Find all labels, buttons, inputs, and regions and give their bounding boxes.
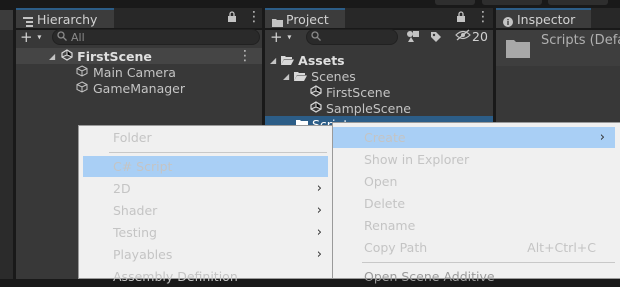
scene-row[interactable]: ◢ FirstScene ⋮ (16, 48, 262, 64)
menu-item-shader[interactable]: Shader › (79, 200, 332, 221)
unity-scene-icon (310, 100, 322, 116)
search-placeholder: All (71, 30, 85, 44)
hidden-count: 20 (472, 29, 488, 44)
unity-scene-icon (61, 48, 73, 64)
menu-item-label: Open (364, 174, 398, 189)
search-icon (311, 30, 321, 44)
submenu-arrow-icon: › (316, 203, 322, 218)
tabstrip-project (345, 8, 493, 28)
tabstrip-inspector (591, 8, 620, 28)
menu-item-create[interactable]: Create › (333, 127, 615, 148)
menu-separator (109, 152, 327, 153)
gameobject-icon (76, 80, 88, 96)
scene-view-panel (0, 30, 13, 279)
toolbar-button[interactable] (435, 0, 475, 5)
menu-item-testing[interactable]: Testing › (79, 222, 332, 243)
expand-arrow-icon[interactable]: ◢ (283, 72, 289, 81)
menu-item-open[interactable]: Open (333, 171, 620, 192)
menu-item-assembly-definition[interactable]: Assembly Definition (79, 266, 332, 287)
search-icon (57, 30, 67, 44)
scene-kebab-icon[interactable]: ⋮ (238, 48, 252, 64)
menu-item-label: Shader (113, 203, 158, 218)
menu-item-shortcut: Alt+Ctrl+C (527, 240, 596, 255)
submenu-arrow-icon: › (316, 181, 322, 196)
expand-arrow-icon[interactable]: ◢ (270, 56, 276, 65)
menu-item-label: Copy Path (364, 240, 428, 255)
menu-item-copy-path[interactable]: Copy Path Alt+Ctrl+C (333, 237, 620, 258)
hierarchy-icon (23, 15, 33, 27)
create-dropdown-button[interactable]: + ▾ (270, 30, 296, 45)
menu-item-label: Create (364, 130, 406, 145)
tree-item-label: Scenes (311, 68, 356, 84)
menu-item-playables[interactable]: Playables › (79, 244, 332, 265)
menu-item-show-in-explorer[interactable]: Show in Explorer (333, 149, 620, 170)
menu-item-2d[interactable]: 2D › (79, 178, 332, 199)
tab-inspector-label: Inspector (517, 11, 576, 27)
menu-item-csharp-script[interactable]: C# Script (83, 156, 328, 177)
menu-item-delete[interactable]: Delete (333, 193, 620, 214)
unity-scene-icon (310, 84, 322, 100)
gameobject-icon (76, 64, 88, 80)
tree-item-label: SampleScene (326, 100, 411, 116)
submenu-arrow-icon: › (599, 130, 605, 145)
folder-large-icon (506, 38, 530, 61)
project-tree-item[interactable]: FirstScene (265, 84, 493, 100)
kebab-menu-icon[interactable]: ⋮ (247, 10, 261, 24)
tab-hierarchy-label: Hierarchy (37, 11, 98, 27)
inspector-title: Scripts (Defa (541, 33, 620, 48)
project-tree-item[interactable]: ◢ Scenes (265, 68, 493, 84)
submenu-arrow-icon: › (316, 247, 322, 262)
folder-open-icon (281, 53, 295, 68)
menu-item-label: C# Script (113, 159, 173, 174)
tree-item-label: FirstScene (326, 84, 391, 100)
expand-arrow-icon[interactable]: ◢ (49, 52, 55, 61)
kebab-menu-icon[interactable]: ⋮ (476, 10, 490, 24)
scene-view-edge (0, 10, 13, 30)
tab-project[interactable]: Project (265, 8, 345, 28)
project-tree-item[interactable]: SampleScene (265, 100, 493, 116)
submenu-arrow-icon: › (316, 225, 322, 240)
scene-name: FirstScene (77, 48, 152, 64)
menu-item-folder[interactable]: Folder (79, 127, 332, 148)
hierarchy-item-label: GameManager (93, 80, 186, 96)
hierarchy-item[interactable]: Main Camera (16, 64, 262, 80)
menu-item-rename[interactable]: Rename (333, 215, 620, 236)
tab-inspector[interactable]: Inspector (496, 8, 591, 28)
project-search-input[interactable] (306, 29, 398, 45)
menu-item-label: Testing (113, 225, 157, 240)
hierarchy-item[interactable]: GameManager (16, 80, 262, 96)
lock-icon[interactable] (456, 11, 466, 25)
search-by-type-icon[interactable] (406, 30, 420, 46)
hidden-packages-toggle[interactable]: 20 (455, 29, 488, 44)
menu-item-label: Playables (113, 247, 173, 262)
project-tree-item[interactable]: ◢ Assets (265, 52, 493, 68)
info-icon (503, 15, 513, 27)
tabstrip-hierarchy (114, 8, 262, 28)
menu-separator (362, 262, 615, 263)
hierarchy-item-label: Main Camera (93, 64, 176, 80)
tab-hierarchy[interactable]: Hierarchy (16, 8, 114, 28)
eye-slash-icon (455, 29, 471, 44)
menu-item-label: Open Scene Additive (364, 269, 495, 284)
toolbar-button[interactable] (548, 0, 608, 5)
menu-item-label: Assembly Definition (113, 269, 238, 284)
hierarchy-search-input[interactable]: All (52, 29, 260, 45)
tree-item-label: Assets (298, 52, 345, 68)
menu-item-label: Show in Explorer (364, 152, 470, 167)
menu-item-label: Rename (364, 218, 416, 233)
menu-item-label: Delete (364, 196, 406, 211)
create-dropdown-button[interactable]: + ▾ (20, 30, 46, 45)
toolbar-button[interactable] (482, 0, 542, 5)
menu-item-open-scene-additive: Open Scene Additive (333, 266, 620, 287)
menu-item-label: 2D (113, 181, 131, 196)
lock-icon[interactable] (227, 11, 237, 25)
search-by-label-icon[interactable] (430, 31, 442, 46)
tab-project-label: Project (286, 11, 329, 27)
folder-open-icon (294, 69, 308, 84)
menu-item-label: Folder (113, 130, 152, 145)
folder-icon (272, 15, 283, 27)
